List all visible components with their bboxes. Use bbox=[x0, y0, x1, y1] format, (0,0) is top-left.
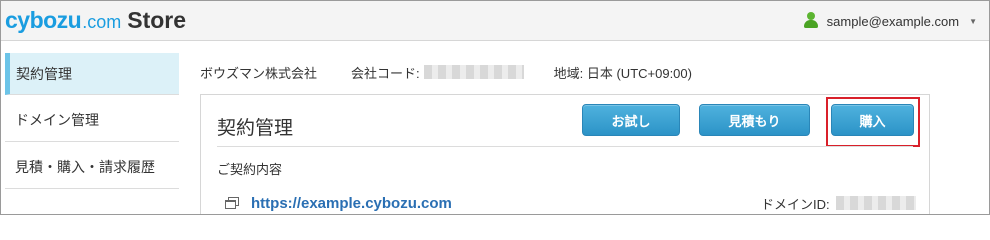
purchase-button[interactable]: 購入 bbox=[831, 104, 914, 136]
cybozu-store-logo[interactable]: cybozu .com Store bbox=[5, 7, 186, 35]
user-icon bbox=[803, 12, 819, 30]
company-info-row: ボウズマン株式会社 会社コード: 地域: 日本 (UTC+09:00) bbox=[200, 62, 692, 82]
sidebar-nav: 契約管理 ドメイン管理 見積・購入・請求履歴 bbox=[5, 53, 179, 189]
sidebar-item-domain-management[interactable]: ドメイン管理 bbox=[5, 99, 179, 142]
logo-store: Store bbox=[127, 7, 187, 33]
region-label: 地域: 日本 (UTC+09:00) bbox=[553, 65, 692, 81]
logo-dotcom: .com bbox=[82, 12, 122, 32]
user-email: sample@example.com bbox=[826, 13, 960, 29]
user-menu[interactable]: sample@example.com ▼ bbox=[803, 11, 977, 31]
sidebar-item-label: 見積・購入・請求履歴 bbox=[15, 159, 155, 175]
sidebar-item-contract-management[interactable]: 契約管理 bbox=[5, 53, 179, 95]
chevron-down-icon: ▼ bbox=[969, 16, 977, 26]
trial-button[interactable]: お試し bbox=[582, 104, 680, 136]
logo-brand: cybozu bbox=[5, 7, 82, 33]
panel-divider bbox=[217, 146, 913, 147]
company-code-masked bbox=[423, 65, 524, 79]
sidebar-item-label: 契約管理 bbox=[16, 65, 72, 82]
store-window: cybozu .com Store sample@example.com ▼ 契約管… bbox=[0, 0, 990, 215]
panel-title: 契約管理 bbox=[217, 118, 294, 139]
domain-row: https://example.cybozu.com bbox=[225, 193, 452, 213]
company-name: ボウズマン株式会社 bbox=[200, 65, 318, 81]
sidebar-item-billing-history[interactable]: 見積・購入・請求履歴 bbox=[5, 146, 179, 189]
contract-panel: 契約管理 お試し 見積もり 購入 ご契約内容 https://example.c… bbox=[200, 94, 930, 214]
quote-button[interactable]: 見積もり bbox=[699, 104, 810, 136]
window-icon bbox=[225, 197, 239, 209]
company-code-label: 会社コード: bbox=[351, 65, 420, 81]
sidebar-item-label: ドメイン管理 bbox=[15, 112, 99, 128]
domain-link[interactable]: https://example.cybozu.com bbox=[251, 195, 452, 212]
top-header: cybozu .com Store sample@example.com ▼ bbox=[1, 1, 989, 41]
domain-id: ドメインID: bbox=[761, 194, 916, 212]
contract-details-label: ご契約内容 bbox=[217, 162, 283, 177]
domain-id-masked bbox=[835, 196, 916, 210]
domain-id-label: ドメインID: bbox=[761, 196, 830, 212]
